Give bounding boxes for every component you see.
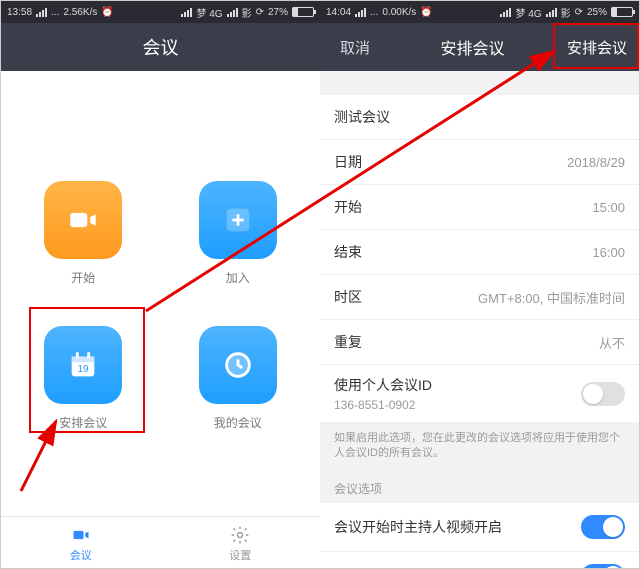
status-bar: 13:58 ... 2.56K/s ⏰ 梦 4G 影 ⟳ 27%: [1, 1, 320, 23]
row-label: 时区: [334, 287, 362, 307]
page-title: 安排会议: [390, 35, 555, 59]
status-bar: 14:04 ... 0.00K/s ⏰ 梦 4G 影 ⟳ 25%: [320, 1, 639, 23]
status-battery-pct: 25%: [587, 7, 607, 18]
signal-bars-icon: [355, 8, 366, 17]
toggle-pmi[interactable]: [581, 382, 625, 406]
status-battery-pct: 27%: [268, 7, 288, 18]
schedule-action-button[interactable]: 安排会议: [555, 37, 639, 58]
tile-label: 我的会议: [214, 414, 262, 431]
nav-label: 设置: [229, 547, 251, 563]
signal-bars-icon: [181, 8, 192, 17]
pmi-note: 如果启用此选项，您在此更改的会议选项将应用于使用您个人会议ID的所有会议。: [320, 423, 639, 470]
row-label: 重复: [334, 332, 362, 352]
row-sublabel: 136-8551-0902: [334, 398, 432, 412]
tile-label: 安排会议: [59, 414, 107, 431]
tile-my-meetings[interactable]: 我的会议: [186, 326, 291, 431]
tile-schedule[interactable]: 19 安排会议: [31, 326, 136, 431]
tile-grid: 开始 加入 19 安排会议 我的会议: [1, 71, 320, 516]
row-participant-video[interactable]: 当参会者加会时保持视频开启: [320, 552, 639, 569]
row-value: GMT+8:00, 中国标准时间: [478, 288, 625, 307]
tile-label: 开始: [71, 269, 95, 286]
toggle-participant-video[interactable]: [581, 564, 625, 569]
status-net1: 梦 4G: [196, 5, 222, 20]
status-time: 14:04: [326, 7, 351, 18]
signal-bars-icon: [500, 8, 511, 17]
battery-icon: [292, 7, 314, 17]
bottom-nav: 会议 设置: [1, 516, 320, 569]
gear-icon: [230, 525, 250, 545]
status-net2: 影: [561, 5, 571, 20]
signal-bars-icon: [36, 8, 47, 17]
row-host-video[interactable]: 会议开始时主持人视频开启: [320, 503, 639, 552]
row-label: 结束: [334, 242, 362, 262]
row-repeat[interactable]: 重复 从不: [320, 320, 639, 365]
status-net1: 梦 4G: [515, 5, 541, 20]
toggle-host-video[interactable]: [581, 515, 625, 539]
tile-start[interactable]: 开始: [31, 181, 136, 286]
nav-label: 会议: [70, 547, 92, 563]
left-screen: 13:58 ... 2.56K/s ⏰ 梦 4G 影 ⟳ 27% 会议 开: [1, 1, 320, 569]
calendar-icon: 19: [66, 348, 100, 382]
row-label: 测试会议: [334, 107, 390, 127]
plus-icon: [221, 203, 255, 237]
row-label: 日期: [334, 152, 362, 172]
row-value: 16:00: [592, 245, 625, 260]
status-speed: 0.00K/s: [382, 7, 416, 18]
row-value: 从不: [599, 333, 625, 352]
signal-bars-icon: [227, 8, 238, 17]
row-meeting-name[interactable]: 测试会议: [320, 95, 639, 140]
row-label: 开始: [334, 197, 362, 217]
row-end[interactable]: 结束 16:00: [320, 230, 639, 275]
svg-text:19: 19: [78, 364, 90, 375]
signal-bars-icon: [546, 8, 557, 17]
header: 会议: [1, 23, 320, 71]
video-icon: [66, 203, 100, 237]
right-screen: 14:04 ... 0.00K/s ⏰ 梦 4G 影 ⟳ 25% 取消 安排会议…: [320, 1, 639, 569]
row-date[interactable]: 日期 2018/8/29: [320, 140, 639, 185]
cancel-button[interactable]: 取消: [320, 37, 390, 58]
video-icon: [71, 525, 91, 545]
row-start[interactable]: 开始 15:00: [320, 185, 639, 230]
row-label: 会议开始时主持人视频开启: [334, 517, 502, 537]
row-value: 2018/8/29: [567, 155, 625, 170]
status-time: 13:58: [7, 7, 32, 18]
status-speed: 2.56K/s: [63, 7, 97, 18]
page-title: 会议: [143, 34, 179, 60]
header: 取消 安排会议 安排会议: [320, 23, 639, 71]
row-pmi[interactable]: 使用个人会议ID 136-8551-0902: [320, 365, 639, 423]
battery-icon: [611, 7, 633, 17]
row-timezone[interactable]: 时区 GMT+8:00, 中国标准时间: [320, 275, 639, 320]
alarm-icon: ⏰: [420, 7, 432, 18]
alarm-icon: ⏰: [101, 7, 113, 18]
tile-join[interactable]: 加入: [186, 181, 291, 286]
tile-label: 加入: [226, 269, 250, 286]
clock-icon: [221, 348, 255, 382]
nav-settings[interactable]: 设置: [161, 517, 321, 569]
status-net2: 影: [242, 5, 252, 20]
row-label: 使用个人会议ID: [334, 375, 432, 395]
row-value: 15:00: [592, 200, 625, 215]
settings-list: 测试会议 日期 2018/8/29 开始 15:00 结束 16:00 时区 G…: [320, 71, 639, 569]
nav-meeting[interactable]: 会议: [1, 517, 161, 569]
section-header: 会议选项: [320, 470, 639, 503]
